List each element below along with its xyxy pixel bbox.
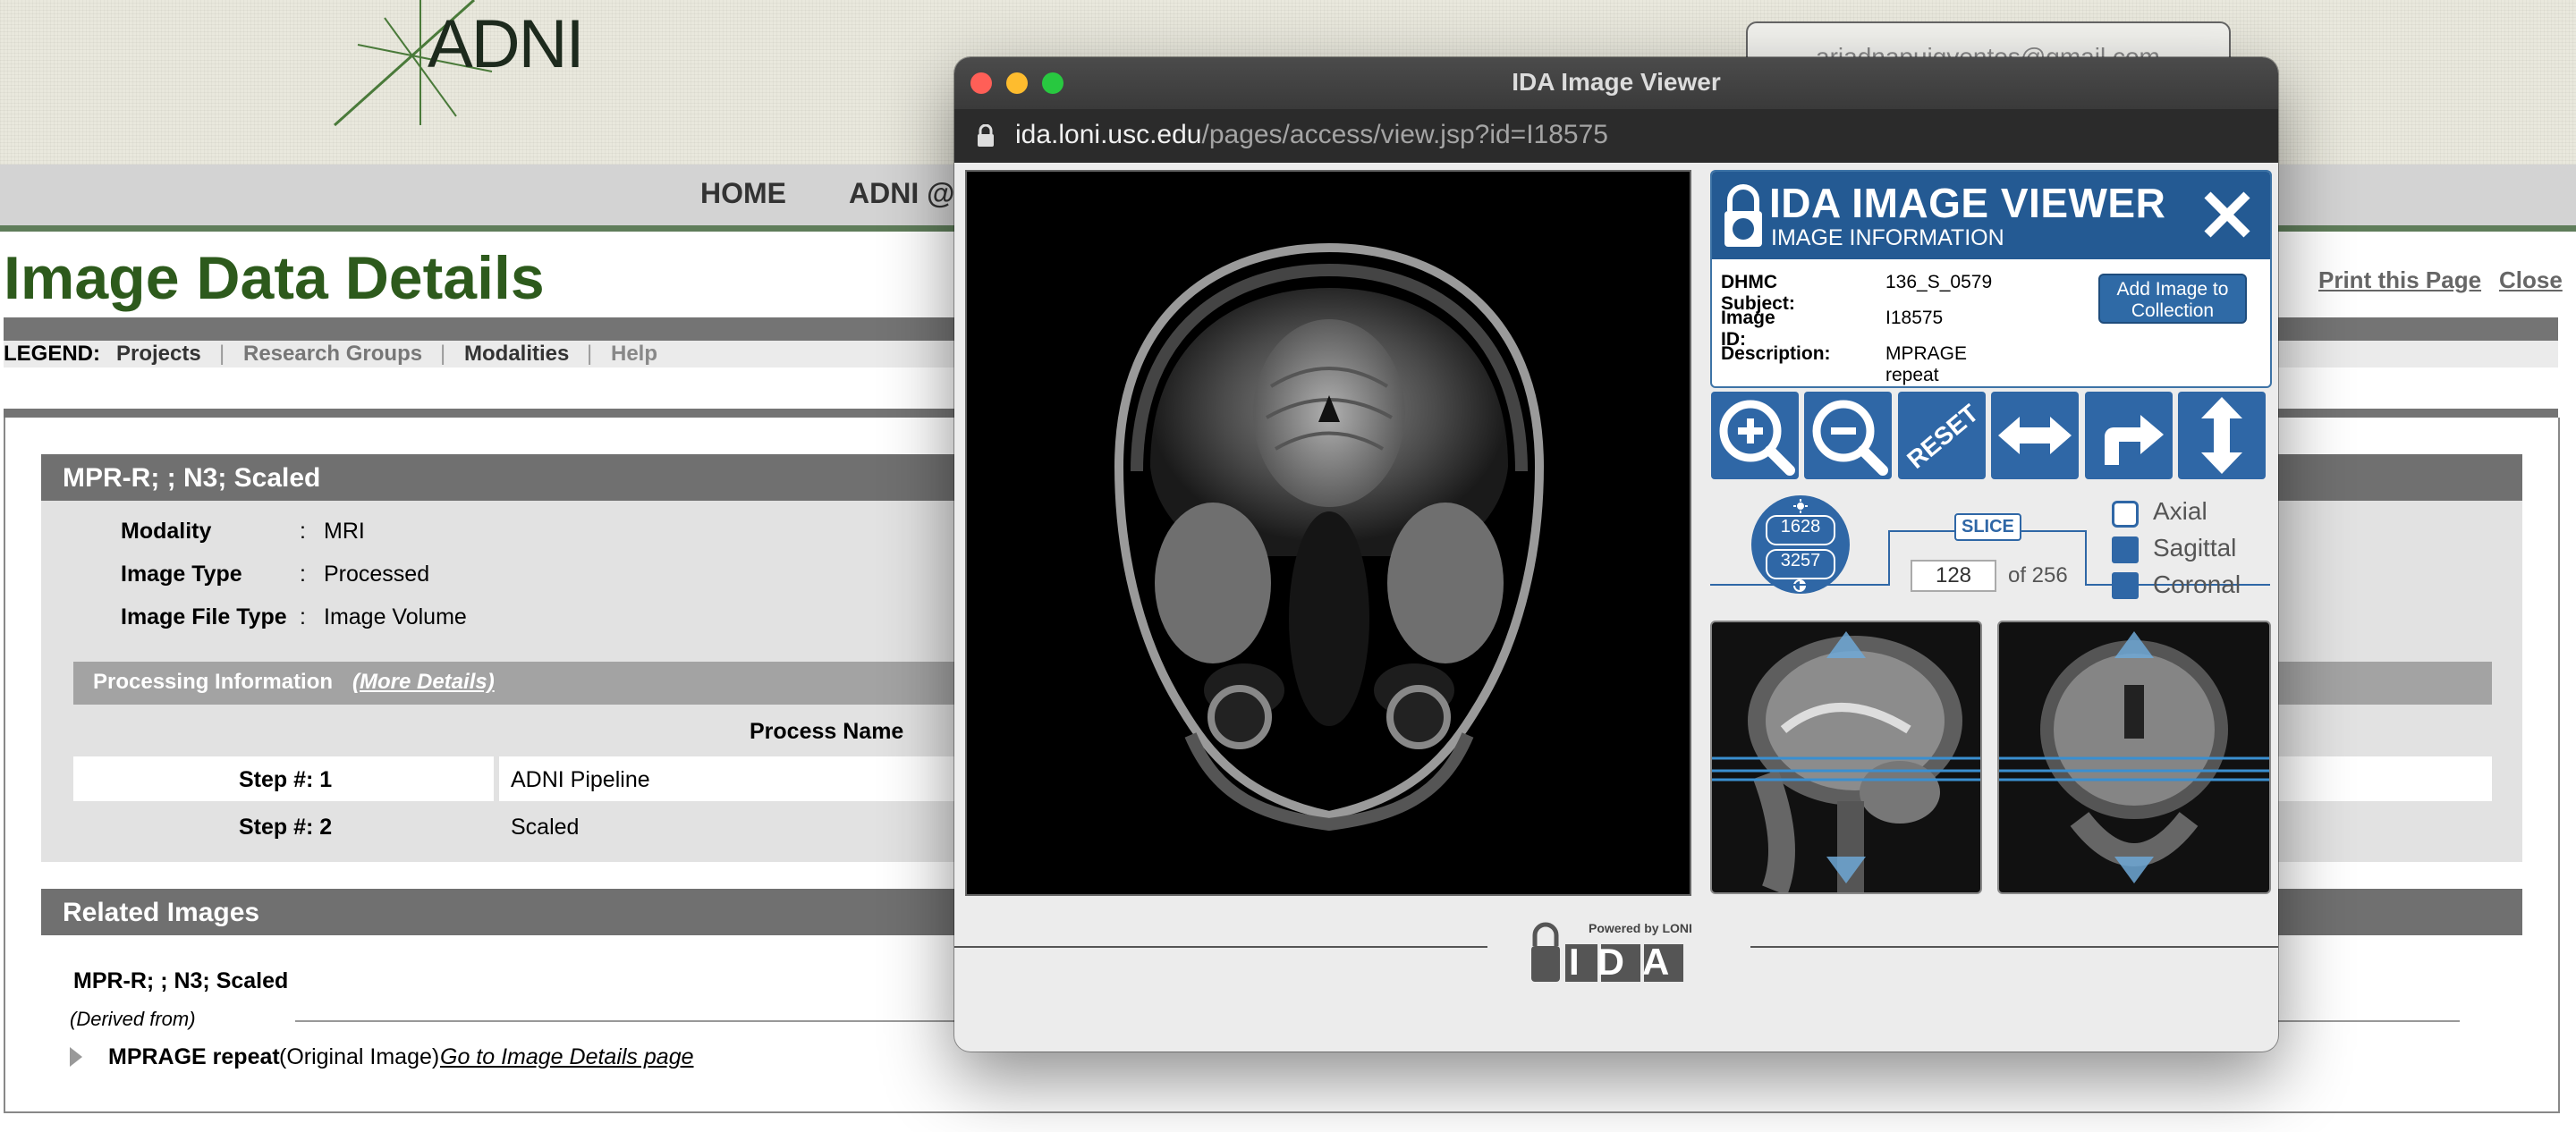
- add-to-collection-button[interactable]: Add Image to Collection: [2098, 274, 2247, 324]
- coronal-radio[interactable]: [2112, 572, 2139, 599]
- ida-lock-logo-icon: [1724, 184, 1762, 247]
- legend-divider: |: [219, 342, 225, 366]
- derived-from-label: (Derived from): [70, 1008, 196, 1030]
- legend-research-groups[interactable]: Research Groups: [243, 342, 422, 367]
- related-item-title: MPR-R; ; N3; Scaled: [73, 968, 289, 993]
- sagittal-thumbnail[interactable]: [1710, 621, 1982, 894]
- zoom-in-button[interactable]: [1711, 392, 1799, 479]
- rotate-button[interactable]: [2085, 392, 2173, 479]
- window-titlebar[interactable]: IDA Image Viewer: [954, 57, 2278, 109]
- more-details-link[interactable]: (More Details): [352, 670, 495, 695]
- brightness-icon: [1793, 499, 1808, 513]
- step-1-name: ADNI Pipeline: [511, 767, 650, 792]
- field-colon: :: [300, 519, 306, 544]
- zoom-out-button[interactable]: [1804, 392, 1892, 479]
- window-title: IDA Image Viewer: [1512, 68, 1721, 96]
- legend-divider: |: [587, 342, 593, 366]
- url-host: ida.loni.usc.edu: [1015, 120, 1202, 149]
- legend-help[interactable]: Help: [611, 342, 657, 367]
- axial-radio[interactable]: [2112, 501, 2139, 528]
- go-to-details-link[interactable]: Go to Image Details page: [440, 1044, 694, 1070]
- step-1-label: Step #: 1: [239, 767, 333, 792]
- adni-logo[interactable]: ADNI: [331, 0, 599, 127]
- modality-label: Modality: [121, 519, 212, 544]
- image-viewer-window: IDA Image Viewer ida.loni.usc.edu/pages/…: [954, 57, 2278, 1052]
- slice-total: of 256: [2008, 563, 2068, 587]
- page-title: Image Data Details: [4, 244, 545, 312]
- expand-triangle-icon[interactable]: [70, 1047, 82, 1067]
- step-2-name: Scaled: [511, 815, 580, 840]
- coronal-label: Coronal: [2153, 570, 2241, 598]
- coronal-mri-image: [1999, 631, 2269, 883]
- nav-adni[interactable]: ADNI @: [849, 177, 954, 210]
- field-colon: :: [300, 562, 306, 587]
- flip-vertical-button[interactable]: [2178, 392, 2266, 479]
- zoom-out-icon: [1812, 400, 1888, 476]
- cell-divider: [494, 756, 499, 801]
- close-icon[interactable]: [2200, 188, 2254, 241]
- footer-rule-right: [1750, 946, 2278, 948]
- coronal-thumbnail[interactable]: [1997, 621, 2271, 894]
- original-image-name: MPRAGE repeat: [108, 1044, 280, 1069]
- slice-label: SLICE: [1954, 513, 2021, 541]
- ida-brand-text: IDA: [1569, 941, 1688, 983]
- flip-vertical-icon: [2201, 397, 2242, 474]
- url-path: /pages/access/view.jsp?id=I18575: [1201, 120, 1608, 149]
- image-id-value: I18575: [1885, 308, 1944, 328]
- process-name-header: Process Name: [750, 719, 904, 744]
- processing-info-label: Processing Information: [93, 670, 334, 694]
- close-link[interactable]: Close: [2499, 266, 2563, 294]
- description-label: Description:: [1721, 343, 1831, 364]
- info-panel-header: IDA IMAGE VIEWER IMAGE INFORMATION: [1712, 172, 2270, 259]
- description-value: MPRAGE repeat: [1885, 343, 1968, 385]
- legend-label: LEGEND:: [4, 342, 101, 366]
- mri-main-view[interactable]: [965, 170, 1691, 896]
- modality-value: MRI: [324, 519, 365, 544]
- related-images-title: Related Images: [63, 898, 260, 927]
- image-file-type-value: Image Volume: [324, 604, 467, 629]
- original-image-note: (Original Image): [279, 1044, 440, 1069]
- url-bar[interactable]: ida.loni.usc.edu/pages/access/view.jsp?i…: [954, 109, 2278, 163]
- image-type-label: Image Type: [121, 562, 242, 587]
- nav-home[interactable]: HOME: [700, 177, 786, 210]
- panel-subtitle: IMAGE INFORMATION: [1771, 225, 2004, 250]
- subject-value: 136_S_0579: [1885, 272, 1993, 292]
- lock-icon: [978, 124, 994, 147]
- image-info-panel: IDA IMAGE VIEWER IMAGE INFORMATION DHMC …: [1710, 170, 2272, 388]
- sagittal-label: Sagittal: [2153, 534, 2237, 562]
- footer-rule-left: [954, 946, 1487, 948]
- sagittal-radio[interactable]: [2112, 536, 2139, 563]
- powered-by-loni-logo: Powered by LONI IDA: [1530, 914, 1705, 985]
- image-file-type-label: Image File Type: [121, 604, 287, 629]
- legend-projects[interactable]: Projects: [116, 342, 201, 367]
- reset-icon: RESET: [1902, 399, 1983, 474]
- image-section-title: MPR-R; ; N3; Scaled: [63, 463, 321, 493]
- url-text: ida.loni.usc.edu/pages/access/view.jsp?i…: [1015, 120, 1608, 150]
- axial-label: Axial: [2153, 497, 2207, 525]
- image-type-value: Processed: [324, 562, 430, 587]
- zoom-in-icon: [1719, 400, 1795, 476]
- flip-horizontal-icon: [1998, 417, 2072, 454]
- reset-button[interactable]: RESET: [1898, 392, 1986, 479]
- legend-divider: |: [440, 342, 446, 366]
- sagittal-mri-image: [1712, 631, 1980, 892]
- legend-modalities[interactable]: Modalities: [464, 342, 569, 367]
- slice-number-input[interactable]: [1911, 560, 1996, 592]
- step-2-label: Step #: 2: [239, 815, 333, 840]
- field-colon: :: [300, 604, 306, 629]
- powered-by-text: Powered by LONI: [1589, 921, 1692, 935]
- panel-title: IDA IMAGE VIEWER: [1769, 180, 2166, 226]
- print-page-link[interactable]: Print this Page: [2318, 266, 2481, 294]
- adni-logo-text: ADNI: [428, 6, 585, 82]
- reset-label: RESET: [1902, 399, 1983, 474]
- rotate-right-icon: [2105, 415, 2164, 465]
- mri-coronal-image: [1114, 242, 1545, 832]
- flip-horizontal-button[interactable]: [1991, 392, 2079, 479]
